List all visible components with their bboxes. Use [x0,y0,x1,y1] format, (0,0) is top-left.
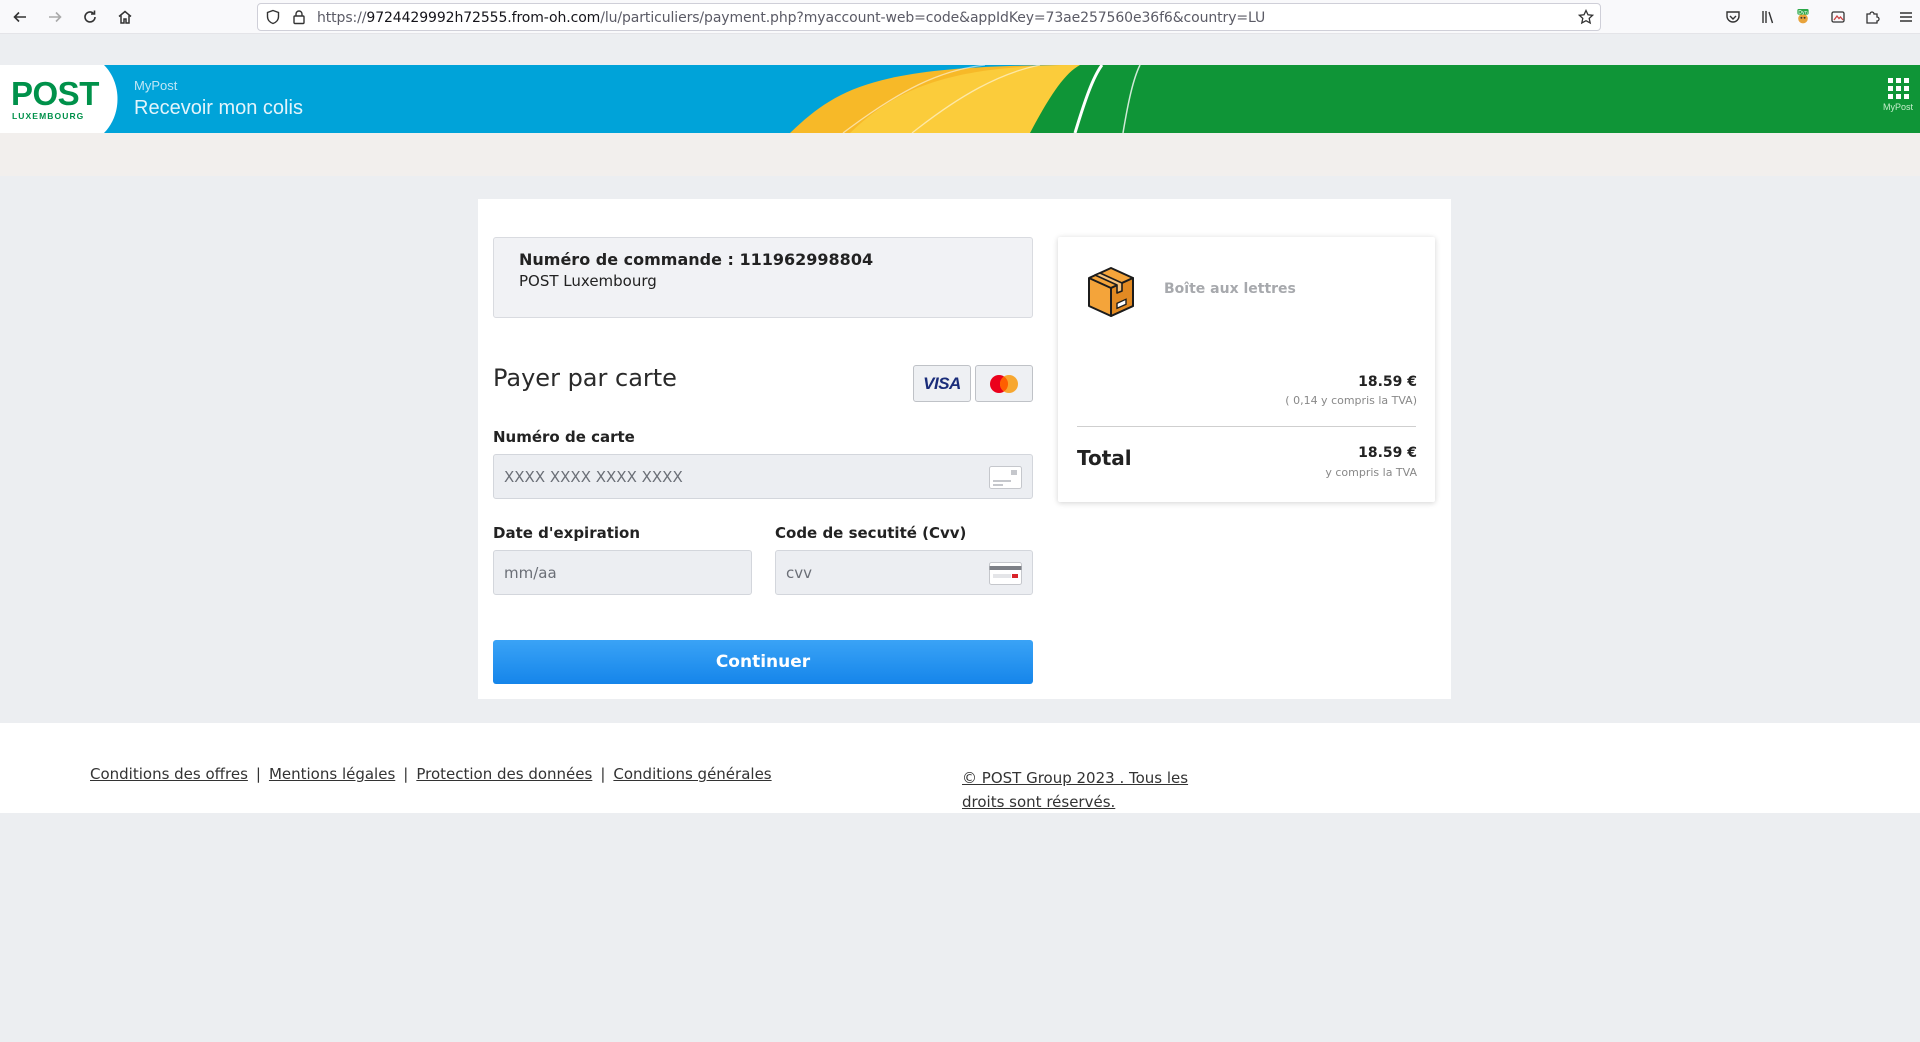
visa-logo: VISA [913,365,971,402]
cvv-label: Code de secutité (Cvv) [775,524,967,542]
copyright-link[interactable]: © POST Group 2023 . Tous les droits sont… [962,766,1232,814]
extension-badge-text: Dyn [1798,10,1808,16]
order-summary: Boîte aux lettres 18.59 € ( 0,14 y compr… [1058,237,1435,502]
logo-subtext: LUXEMBOURG [12,111,85,121]
expiry-field [493,550,752,595]
expiry-input[interactable] [494,551,751,594]
continue-button[interactable]: Continuer [493,640,1033,684]
back-icon[interactable] [8,5,32,29]
header-small-label: MyPost [134,78,178,93]
visa-text: VISA [923,373,961,393]
apps-grid-icon [1887,78,1909,99]
card-back-icon [989,562,1022,585]
browser-toolbar: https://9724429992h72555.from-oh.com/lu/… [0,0,1920,34]
order-number: Numéro de commande : 111962998804 [519,250,874,269]
url-text: https://9724429992h72555.from-oh.com/lu/… [317,10,1266,26]
expiry-label: Date d'expiration [493,524,641,542]
extensions-puzzle-icon[interactable] [1862,7,1882,27]
cvv-field [775,550,1033,595]
card-number-label: Numéro de carte [493,428,635,446]
pay-by-card-title: Payer par carte [493,364,677,392]
shield-icon[interactable] [265,9,281,25]
sub-header-strip [0,133,1920,176]
library-icon[interactable] [1758,7,1778,27]
footer-links: Conditions des offres | Mentions légales | P… [90,765,772,783]
home-icon[interactable] [113,5,137,29]
screenshot-extension-icon[interactable] [1828,7,1848,27]
payment-card: Numéro de commande : 111962998804 POST L… [478,199,1451,699]
footer-link-mentions-legales[interactable]: Mentions légales [269,765,395,783]
order-info-box: Numéro de commande : 111962998804 POST L… [493,237,1033,318]
apps-label: MyPost [1882,102,1913,112]
page-title: Recevoir mon colis [134,97,303,119]
mastercard-icon [990,374,1018,393]
menu-icon[interactable] [1896,7,1916,27]
package-box-icon [1088,267,1134,317]
card-generic-icon [989,466,1022,489]
footer-link-protection-donnees[interactable]: Protection des données [416,765,592,783]
apps-menu-button[interactable]: MyPost [1878,78,1918,128]
total-value: 18.59 € [1358,445,1417,461]
product-name: Boîte aux lettres [1164,281,1296,297]
post-logo[interactable]: POST LUXEMBOURG [0,65,118,133]
footer-separator: | [255,765,261,783]
card-number-field [493,454,1033,499]
product-price-note: ( 0,14 y compris la TVA) [1285,394,1417,407]
card-number-input[interactable] [494,455,1032,498]
logo-text: POST [11,75,99,112]
total-note: y compris la TVA [1325,466,1417,479]
extension-dyn-icon[interactable]: Dyn [1793,7,1813,27]
lock-icon[interactable] [291,9,307,25]
forward-icon[interactable] [43,5,67,29]
summary-divider [1077,426,1416,427]
site-header: POST LUXEMBOURG MyPost Recevoir mon coli… [0,65,1920,133]
order-company: POST Luxembourg [519,272,657,290]
reload-icon[interactable] [78,5,102,29]
url-bar[interactable]: https://9724429992h72555.from-oh.com/lu/… [257,3,1601,31]
footer: Conditions des offres | Mentions légales | P… [0,723,1920,813]
footer-link-conditions-offres[interactable]: Conditions des offres [90,765,248,783]
pocket-icon[interactable] [1723,7,1743,27]
footer-separator: | [600,765,606,783]
total-label: Total [1077,446,1132,470]
bookmark-star-icon[interactable] [1578,9,1594,25]
footer-separator: | [403,765,409,783]
mastercard-logo [975,365,1033,402]
product-price: 18.59 € [1358,374,1417,390]
footer-link-conditions-generales[interactable]: Conditions générales [613,765,771,783]
